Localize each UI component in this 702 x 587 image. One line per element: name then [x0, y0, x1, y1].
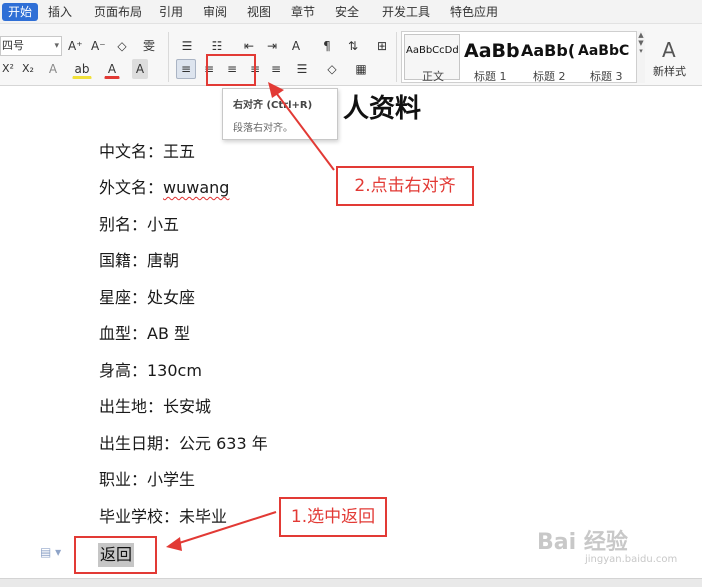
arrow-line-step1	[175, 511, 277, 545]
arrow-head-step1	[166, 537, 182, 551]
horizontal-scrollbar[interactable]	[0, 578, 702, 587]
callout-step1: 1.选中返回	[279, 497, 387, 537]
arrow-line-step2	[273, 89, 335, 171]
wps-writer-window: 开始 插入 页面布局 引用 审阅 视图 章节 安全 开发工具 特色应用 四号 ▾…	[0, 0, 702, 587]
baidu-watermark-url: jingyan.baidu.com	[585, 554, 678, 565]
baidu-watermark: Bai 经验	[537, 530, 628, 555]
callout-step2: 2.点击右对齐	[336, 166, 474, 206]
arrow-head-step2	[268, 82, 284, 98]
